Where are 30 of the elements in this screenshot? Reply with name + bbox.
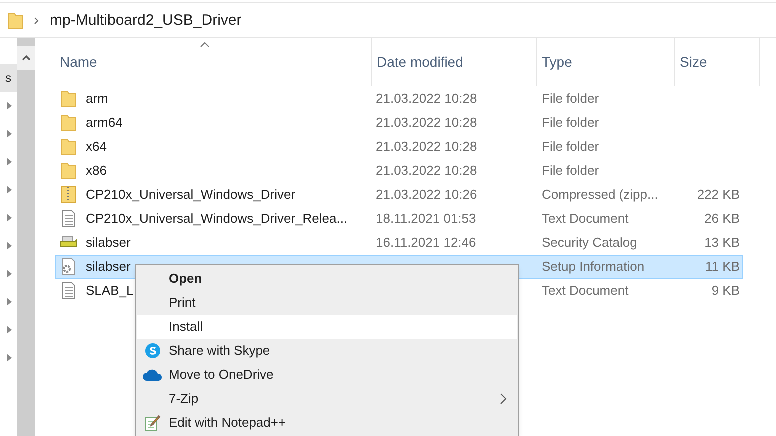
file-name: SLAB_L [86, 282, 134, 300]
file-size: 11 KB [706, 258, 740, 276]
date-modified: 21.03.2022 10:28 [376, 115, 478, 130]
file-name: arm [86, 90, 108, 108]
file-name: x64 [86, 138, 107, 156]
file-name: x86 [86, 162, 107, 180]
date-modified: 21.03.2022 10:26 [376, 187, 478, 202]
file-name: arm64 [86, 114, 123, 132]
file-size: 222 KB [697, 186, 740, 204]
file-type: Security Catalog [542, 235, 638, 250]
date-modified: 21.03.2022 10:28 [376, 163, 478, 178]
file-type: File folder [542, 139, 600, 154]
file-name: silabser [86, 258, 131, 276]
file-type: Text Document [542, 211, 629, 226]
file-name: CP210x_Universal_Windows_Driver [86, 186, 296, 204]
date-modified: 18.11.2021 01:53 [376, 211, 476, 226]
file-size: 13 KB [704, 234, 740, 252]
date-modified: 16.11.2021 12:46 [376, 235, 476, 250]
file-type: File folder [542, 91, 600, 106]
date-modified: 21.03.2022 10:28 [376, 139, 478, 154]
file-type: Text Document [542, 283, 629, 298]
file-name: silabser [86, 234, 131, 252]
file-size: 26 KB [704, 210, 740, 228]
file-type: File folder [542, 163, 600, 178]
file-type: File folder [542, 115, 600, 130]
date-modified: 21.03.2022 10:28 [376, 91, 478, 106]
file-name: CP210x_Universal_Windows_Driver_Relea... [86, 210, 348, 228]
file-size: 9 KB [712, 282, 740, 300]
file-type: Setup Information [542, 259, 645, 274]
file-type: Compressed (zipp... [542, 187, 658, 202]
